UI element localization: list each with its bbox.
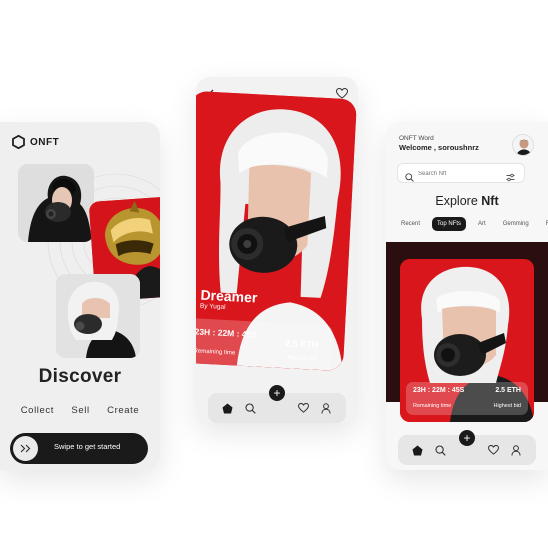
explore-prefix: Explore bbox=[435, 194, 482, 208]
countdown-label: Remaining time bbox=[196, 348, 236, 357]
bid-label: Highest bid bbox=[493, 403, 521, 409]
bid-price: 2.5 ETH bbox=[284, 338, 319, 350]
tab-spacer bbox=[268, 402, 286, 414]
search-icon[interactable] bbox=[435, 444, 447, 456]
action-sell: Sell bbox=[71, 405, 90, 416]
add-button[interactable]: + bbox=[459, 430, 475, 446]
action-create: Create bbox=[107, 405, 140, 416]
brand-name: ONFT bbox=[30, 136, 60, 148]
filter-icon[interactable] bbox=[506, 169, 515, 187]
auction-info-panel: 23H : 22M : 45S Remaining time 2.5 ETH H… bbox=[196, 317, 334, 372]
onboarding-screen: ONFT Discover Collect Sell Create Swipe … bbox=[0, 122, 160, 470]
nft-thumbnail-white-hair[interactable] bbox=[56, 274, 140, 358]
hexagon-logo-icon bbox=[12, 135, 25, 149]
explore-bold: Nft bbox=[481, 194, 499, 208]
category-tabs: Recent Top NFts Art Gemming Fa bbox=[396, 217, 548, 231]
bid-price: 2.5 ETH bbox=[495, 387, 521, 394]
search-bar[interactable] bbox=[397, 163, 525, 183]
swipe-to-start-button[interactable]: Swipe to get started bbox=[10, 433, 148, 464]
avatar[interactable] bbox=[512, 134, 534, 156]
swipe-label: Swipe to get started bbox=[54, 442, 121, 451]
double-chevron-right-icon[interactable] bbox=[13, 436, 38, 461]
countdown-timer: 23H : 22M : 45S bbox=[196, 326, 258, 340]
discover-title: Discover bbox=[38, 366, 122, 387]
heart-icon[interactable] bbox=[487, 444, 499, 456]
profile-icon[interactable] bbox=[320, 402, 332, 414]
auction-info-panel: 23H : 22M : 45S Remaining time 2.5 ETH H… bbox=[406, 382, 528, 415]
tab-fa[interactable]: Fa bbox=[541, 217, 548, 231]
search-icon bbox=[405, 169, 414, 187]
nft-detail-screen: Dreamer By Yugal 23H : 22M : 45S Remaini… bbox=[196, 77, 358, 423]
home-icon[interactable] bbox=[222, 402, 234, 414]
profile-icon[interactable] bbox=[510, 444, 522, 456]
home-icon[interactable] bbox=[412, 444, 424, 456]
nft-hero-card[interactable]: Dreamer By Yugal 23H : 22M : 45S Remaini… bbox=[196, 90, 358, 372]
action-collect: Collect bbox=[20, 405, 54, 416]
tab-gemming[interactable]: Gemming bbox=[498, 217, 534, 231]
nft-thumbnail-gas-mask[interactable] bbox=[18, 164, 94, 242]
heart-icon[interactable] bbox=[297, 402, 309, 414]
countdown-label: Remaining time bbox=[413, 403, 452, 409]
brand-logo: ONFT bbox=[12, 135, 59, 149]
onboarding-actions: Collect Sell Create bbox=[0, 405, 160, 416]
countdown-timer: 23H : 22M : 45S bbox=[413, 387, 465, 394]
app-label: ONFT Word bbox=[399, 135, 434, 142]
tab-top-nfts[interactable]: Top NFts bbox=[432, 217, 467, 231]
welcome-text: Welcome , soroushnrz bbox=[399, 143, 479, 152]
nft-creator: By Yugal bbox=[199, 302, 226, 311]
home-screen: ONFT Word Welcome , soroushnrz Explore N… bbox=[386, 122, 548, 470]
tab-art[interactable]: Art bbox=[473, 217, 491, 231]
search-input[interactable] bbox=[418, 167, 503, 180]
featured-nft-card[interactable]: 23H : 22M : 45S Remaining time 2.5 ETH H… bbox=[400, 259, 534, 422]
bid-label: Highest bid bbox=[287, 355, 318, 363]
add-button[interactable]: + bbox=[269, 385, 285, 401]
search-icon[interactable] bbox=[245, 402, 257, 414]
tab-recent[interactable]: Recent bbox=[396, 217, 425, 231]
explore-heading: Explore Nft bbox=[386, 194, 548, 208]
